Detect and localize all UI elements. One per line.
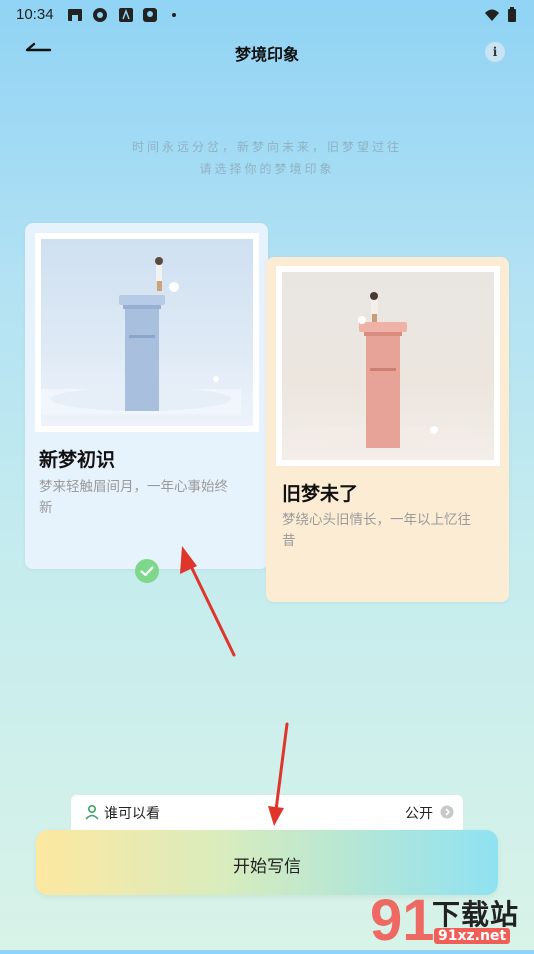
watermark-brand: 下载站: [432, 898, 520, 931]
annotation-arrows: [180, 546, 289, 826]
annotation-arrow-button: [268, 722, 289, 826]
annotation-arrow-card: [180, 546, 236, 657]
watermark-domain: 91xz.net: [434, 928, 511, 944]
watermark-logo-mark: 91: [370, 890, 435, 950]
